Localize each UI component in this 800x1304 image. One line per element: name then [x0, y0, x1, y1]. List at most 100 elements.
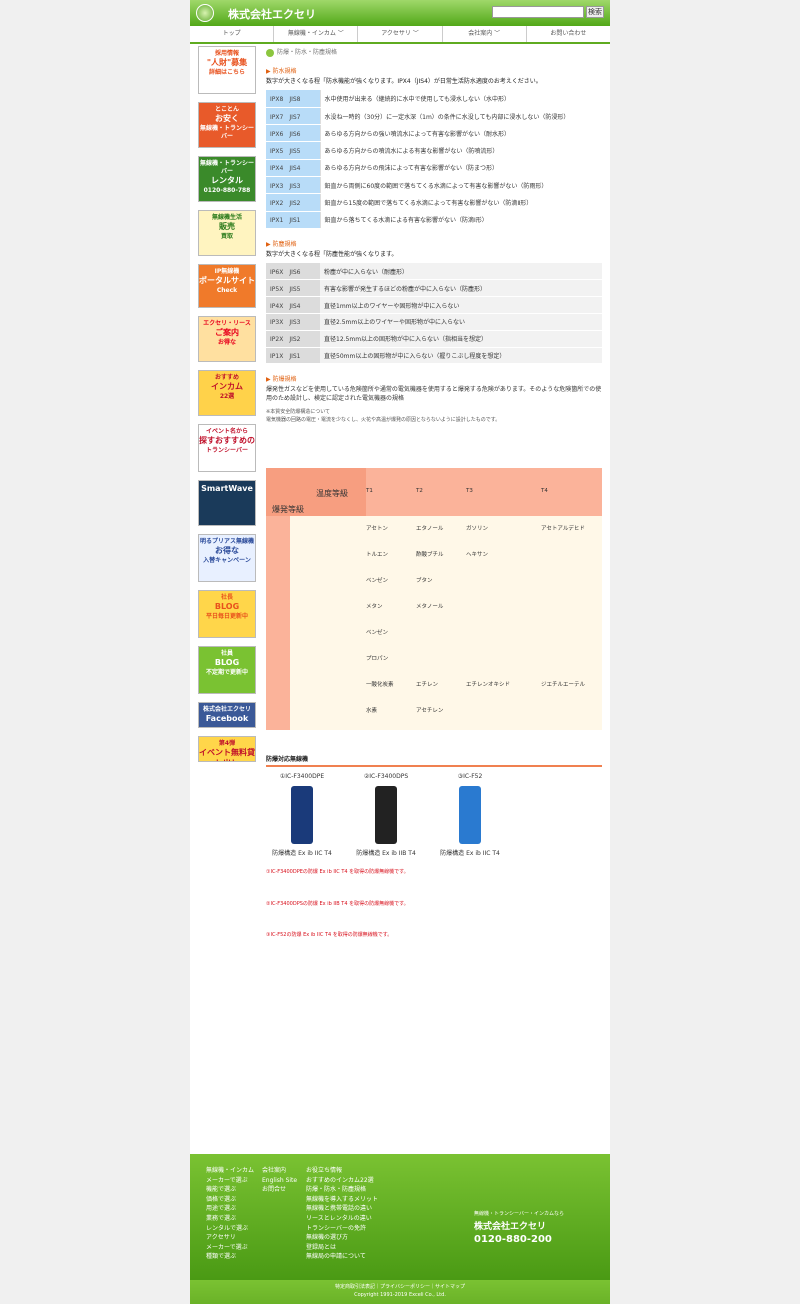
footer-link[interactable]: お役立ち情報 — [306, 1166, 378, 1176]
nav-radios[interactable]: 無線機・インカム ﹀ — [274, 26, 359, 42]
company-logo[interactable]: 株式会社エクセリ — [228, 6, 316, 22]
footer-link[interactable]: リースとレンタルの違い — [306, 1214, 378, 1224]
sidebar-banner[interactable]: イベント名から 探すおすすめの トランシーバー — [198, 424, 256, 472]
models-title: 防爆対応無線機 — [266, 754, 602, 768]
sidebar-banner[interactable]: 明るプリアス無線機 お得な 入替キャンペーン — [198, 534, 256, 582]
footer-link[interactable]: メーカーで選ぶ — [206, 1176, 254, 1186]
sidebar-banner[interactable]: 無線機生活 販売 買取 — [198, 210, 256, 256]
banner-text: 無線機生活 — [211, 214, 242, 221]
breadcrumb-icon — [266, 48, 274, 57]
radio-model-name: ③IC-F52 — [457, 773, 483, 781]
logo-icon[interactable] — [196, 4, 214, 22]
footer-link[interactable]: 無線機・インカム — [206, 1166, 254, 1176]
water-title-text: 防水規格 — [272, 68, 297, 75]
banner-text: イベント無料貸し出し — [199, 748, 255, 761]
grade-cell: IP4X JIS4 — [266, 296, 320, 314]
footer-tagline: 無線機・トランシーバー・インカムなら — [474, 1211, 564, 1217]
footer-company-name[interactable]: 株式会社エクセリ — [474, 1219, 564, 1232]
footer-links[interactable]: 特定商取引法表記｜プライバシーポリシー｜サイトマップ — [190, 1283, 610, 1291]
radio-model-name: ①IC-F3400DPE — [279, 773, 325, 781]
radio-row: ①IC-F3400DPE 防爆構造 Ex ib IIC T4 ②IC-F3400DP… — [266, 773, 506, 857]
copyright: Copyright 1991-2019 Exceli Co., Ltd. — [354, 1292, 446, 1298]
footer-link[interactable]: 無線機の選び方 — [306, 1233, 378, 1243]
search-button[interactable]: 検索 — [586, 6, 604, 18]
sidebar-banner[interactable]: SmartWave — [198, 480, 256, 526]
footer-link[interactable]: 無線局の申請について — [306, 1252, 378, 1262]
grade-cell: IPX3 JIS3 — [266, 176, 320, 195]
sidebar-banner[interactable]: 第4弾イベント無料貸し出し — [198, 736, 256, 762]
banner-text: 買取 — [220, 232, 233, 240]
search-input[interactable] — [492, 6, 584, 18]
footer-link[interactable]: 価格で選ぶ — [206, 1195, 254, 1205]
footer-link[interactable]: 業務で選ぶ — [206, 1214, 254, 1224]
footer-link[interactable]: トランシーバーの免許 — [306, 1224, 378, 1234]
banner-text: 入替キャンペーン — [203, 556, 251, 564]
footer-link[interactable]: 種類で選ぶ — [206, 1252, 254, 1262]
gas-cell: 水素 — [366, 708, 378, 715]
nav-top[interactable]: トップ — [190, 26, 275, 42]
footer-link[interactable]: 機能で選ぶ — [206, 1185, 254, 1195]
footer-link[interactable]: 登録局とは — [306, 1243, 378, 1253]
desc-cell: 粉塵が中に入らない（耐塵形） — [320, 263, 602, 281]
desc-cell: あらゆる方向からの飛沫によって有害な影響がない（防まつ形） — [319, 159, 602, 178]
desc-cell: 直径2.5mm以上のワイヤーや固形物が中に入らない — [320, 313, 602, 331]
banner-text: Facebook — [205, 714, 249, 724]
radio-item[interactable]: ①IC-F3400DPE 防爆構造 Ex ib IIC T4 — [266, 773, 338, 857]
radio-item[interactable]: ②IC-F3400DPS 防爆構造 Ex ib IIB T4 — [350, 773, 422, 857]
sidebar-banner[interactable]: 採用情報 "人財"募集 詳細はこちら — [198, 46, 256, 94]
nav-company[interactable]: 会社案内 ﹀ — [443, 26, 527, 42]
explosion-grade-table: 温度等級 爆発等級 T1 T2 T3 T4 アセトン エタノール ガソリン アセトアル… — [266, 468, 602, 731]
dust-title: ▶ 防塵規格 — [266, 240, 297, 248]
banner-text: 販売 — [219, 222, 235, 232]
footer-link[interactable]: English Site — [262, 1176, 297, 1186]
sidebar-banner[interactable]: IP無線機 ポータルサイト Check — [198, 264, 256, 308]
table-row: IP2X JIS2 直径12.5mm以上の固形物が中に入らない（指相当を想定） — [266, 330, 602, 348]
footer-link[interactable]: 無線機と携帯電話の違い — [306, 1204, 378, 1214]
footer-link[interactable]: アクセサリ — [206, 1233, 254, 1243]
footer-link[interactable]: 会社案内 — [262, 1166, 297, 1176]
table-row: IP3X JIS3 直径2.5mm以上のワイヤーや固形物が中に入らない — [266, 313, 602, 331]
radio-image — [459, 786, 481, 845]
banner-text: 明るプリアス無線機 — [199, 538, 254, 545]
grade-cell: IPX2 JIS2 — [266, 193, 320, 212]
gas-cell: エチレン — [416, 682, 439, 689]
desc-cell: 鉛直から15度の範囲で落ちてくる水滴によって有害な影響がない（防滴Ⅱ形） — [319, 193, 602, 212]
sidebar-banner[interactable]: エクセリ・リース ご案内 お得な — [198, 316, 256, 362]
sidebar-banner[interactable]: とことん お安く 無線機・トランシーバー — [198, 102, 256, 148]
nav-contact[interactable]: お問い合わせ — [527, 26, 610, 42]
footer-link[interactable]: 防爆・防水・防塵規格 — [306, 1185, 378, 1195]
sidebar-banner[interactable]: 社員 BLOG 不定期で更新中 — [198, 646, 256, 694]
footer-link[interactable]: おすすめのインカム22選 — [306, 1176, 378, 1186]
footer-link[interactable]: メーカーで選ぶ — [206, 1243, 254, 1253]
footer-bottom: 特定商取引法表記｜プライバシーポリシー｜サイトマップ Copyright 199… — [190, 1280, 610, 1304]
table-row: IP1X JIS1 直径50mm以上の固形物が中に入らない（握りこぶし程度を想定） — [266, 347, 602, 365]
banner-text: おすすめ — [214, 374, 239, 381]
grade-cell: IP5X JIS5 — [266, 279, 320, 298]
gas-cell: トルエン — [366, 552, 389, 559]
banner-text: 0120-880-788 — [203, 186, 251, 194]
sidebar-banner[interactable]: 社長 BLOG 平日毎日更新中 — [198, 590, 256, 638]
col-t1: T1 — [366, 488, 373, 495]
banner-text: BLOG — [214, 658, 240, 668]
gas-cell: エチレンオキシド — [466, 682, 511, 689]
radio-label: 防爆構造 Ex ib IIC T4 — [440, 850, 500, 858]
footer-link[interactable]: 用途で選ぶ — [206, 1204, 254, 1214]
footer-link[interactable]: お問合せ — [262, 1185, 297, 1195]
sidebar-banner[interactable]: おすすめ インカム 22選 — [198, 370, 256, 416]
radio-label: 防爆構造 Ex ib IIB T4 — [356, 850, 416, 858]
banner-text: BLOG — [214, 602, 240, 612]
footer-phone[interactable]: 0120-880-200 — [474, 1234, 564, 1245]
banner-text: IP無線機 — [214, 268, 240, 275]
footer-link[interactable]: 無線機を導入するメリット — [306, 1195, 378, 1205]
col-t3: T3 — [466, 488, 473, 495]
col-t4: T4 — [541, 488, 548, 495]
grade-cell: IP3X JIS3 — [266, 313, 320, 331]
nav-accessories[interactable]: アクセサリ ﹀ — [358, 26, 443, 42]
banner-text: 無線機・トランシーバー — [199, 160, 254, 176]
footer-link[interactable]: レンタルで選ぶ — [206, 1224, 254, 1234]
radio-item[interactable]: ③IC-F52 防爆構造 Ex ib IIC T4 — [434, 773, 506, 857]
banner-text: 平日毎日更新中 — [205, 612, 248, 620]
desc-cell: あらゆる方向からの強い噴流水によって有害な影響がない（耐水形） — [319, 124, 602, 143]
sidebar-banner[interactable]: 無線機・トランシーバー レンタル 0120-880-788 — [198, 156, 256, 202]
sidebar-banner[interactable]: 株式会社エクセリ Facebook — [198, 702, 256, 728]
